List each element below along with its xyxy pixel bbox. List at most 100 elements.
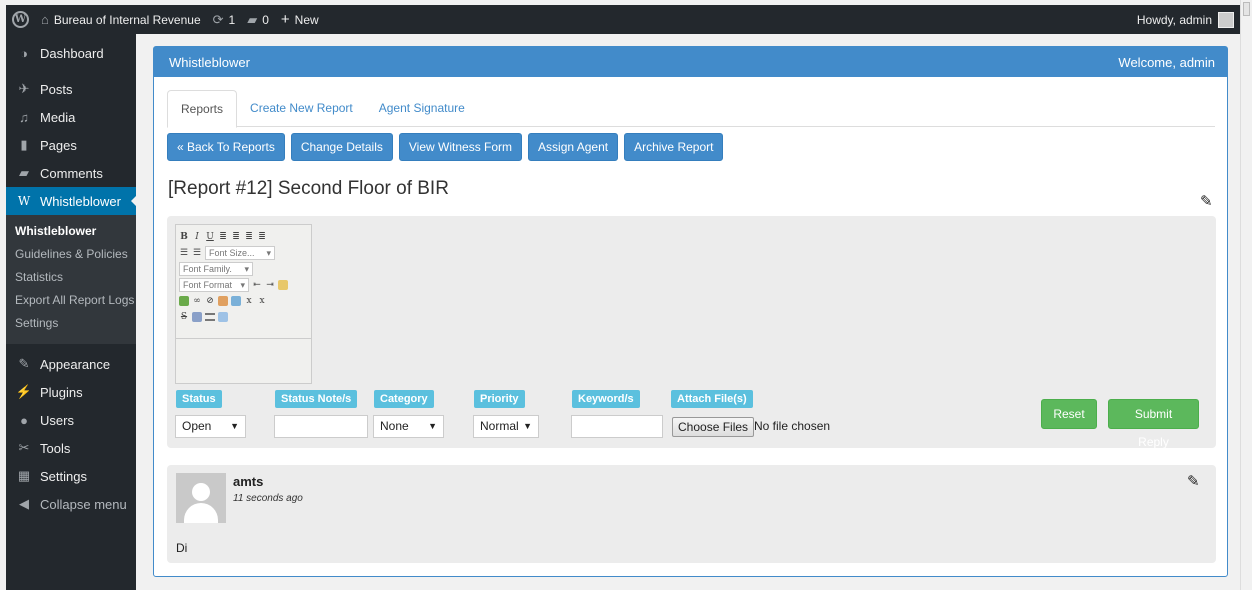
scroll-up-arrow-icon[interactable]: [1243, 2, 1250, 16]
font-family-select[interactable]: Font Family. ▾: [179, 262, 253, 276]
numbered-list-icon[interactable]: ☰: [192, 248, 202, 258]
table-icon[interactable]: [218, 312, 228, 322]
submenu-guidelines[interactable]: Guidelines & Policies: [6, 244, 136, 267]
priority-select[interactable]: Normal ▼: [473, 415, 539, 438]
editor-text-area[interactable]: [176, 338, 311, 383]
whistleblower-panel: Whistleblower Welcome, admin Reports Cre…: [153, 46, 1228, 577]
tab-agent-signature[interactable]: Agent Signature: [366, 90, 478, 127]
font-format-select[interactable]: Font Format ▾: [179, 278, 249, 292]
page-scrollbar[interactable]: [1240, 0, 1252, 590]
media-icon: ♫: [19, 109, 29, 125]
subscript-icon[interactable]: x: [244, 296, 254, 306]
new-content-menu[interactable]: + New: [275, 5, 325, 34]
font-size-label: Font Size...: [209, 248, 255, 258]
status-note-input[interactable]: [274, 415, 368, 438]
menu-tools[interactable]: ✂ Tools: [6, 434, 136, 462]
menu-whistleblower[interactable]: W Whistleblower: [6, 187, 137, 215]
settings-icon: ▦: [17, 468, 31, 483]
edit-report-pencil-icon[interactable]: ✎: [1200, 194, 1214, 209]
indent-icon[interactable]: ⇥: [265, 280, 275, 290]
tab-reports[interactable]: Reports: [167, 90, 238, 128]
menu-label: Posts: [40, 81, 73, 97]
collapse-icon: ◀: [19, 496, 29, 511]
menu-label: Dashboard: [40, 45, 104, 61]
outdent-icon[interactable]: ⇤: [252, 280, 262, 290]
keywords-input[interactable]: [571, 415, 663, 438]
image-icon[interactable]: [231, 296, 241, 306]
comments-count: 0: [262, 12, 269, 27]
menu-label: Tools: [40, 440, 71, 456]
wp-logo-menu[interactable]: W: [6, 5, 35, 34]
collapse-menu[interactable]: ◀ Collapse menu: [6, 490, 136, 518]
strikethrough-icon[interactable]: S: [179, 312, 189, 322]
align-left-icon[interactable]: ≣: [218, 232, 228, 242]
align-center-icon[interactable]: ≣: [231, 232, 241, 242]
menu-posts[interactable]: ✈ Posts: [6, 75, 136, 103]
bold-icon[interactable]: B: [179, 232, 189, 242]
choose-files-button[interactable]: Choose Files: [672, 417, 755, 437]
cleanup-icon[interactable]: [278, 280, 288, 290]
superscript-icon[interactable]: x: [257, 296, 267, 306]
panel-title: Whistleblower: [169, 54, 250, 70]
link-icon[interactable]: ∞: [192, 296, 202, 306]
comment-author: amts: [233, 474, 264, 489]
wrench-icon: ✂: [18, 440, 30, 455]
status-note-label: Status Note/s: [275, 390, 358, 408]
menu-pages[interactable]: ▮ Pages: [6, 131, 136, 159]
tab-create-new-report[interactable]: Create New Report: [237, 90, 366, 127]
menu-dashboard[interactable]: ◑ Dashboard: [6, 39, 136, 67]
menu-comments[interactable]: ▰ Comments: [6, 159, 136, 187]
whistleblower-submenu: Whistleblower Guidelines & Policies Stat…: [6, 215, 136, 344]
site-name-menu[interactable]: ⌂ Bureau of Internal Revenue: [35, 5, 207, 34]
menu-appearance[interactable]: ✎ Appearance: [6, 350, 136, 378]
howdy-text: Howdy, admin: [1136, 12, 1212, 27]
submenu-whistleblower[interactable]: Whistleblower: [6, 221, 136, 244]
bullet-list-icon[interactable]: ☰: [179, 248, 189, 258]
view-witness-form-button[interactable]: View Witness Form: [398, 133, 523, 161]
reset-button[interactable]: Reset: [1041, 399, 1097, 429]
font-size-select[interactable]: Font Size... ▾: [205, 246, 275, 260]
underline-icon[interactable]: U: [205, 232, 215, 242]
archive-report-button[interactable]: Archive Report: [624, 133, 724, 161]
italic-icon[interactable]: I: [192, 232, 202, 242]
menu-label: Collapse menu: [40, 496, 127, 512]
plus-icon: +: [280, 11, 290, 28]
status-select[interactable]: Open ▼: [175, 415, 246, 438]
updates-icon: ⟳: [212, 11, 224, 27]
users-icon: ●: [20, 412, 28, 428]
admin-bar: W ⌂ Bureau of Internal Revenue ⟳ 1 ▰ 0 +…: [6, 5, 1240, 34]
submit-reply-button[interactable]: Submit Reply: [1108, 399, 1199, 449]
back-to-reports-button[interactable]: « Back To Reports: [167, 133, 285, 161]
updates-count: 1: [228, 12, 236, 27]
anchor-icon[interactable]: [218, 296, 228, 306]
report-tabs: Reports Create New Report Agent Signatur…: [167, 90, 1215, 128]
updates-menu[interactable]: ⟳ 1: [207, 5, 242, 34]
insert-image-icon[interactable]: [179, 296, 189, 306]
unlink-icon[interactable]: ⊘: [205, 296, 215, 306]
site-name: Bureau of Internal Revenue: [53, 12, 201, 27]
menu-media[interactable]: ♫ Media: [6, 103, 136, 131]
source-code-icon[interactable]: [192, 312, 202, 322]
menu-plugins[interactable]: ⚡ Plugins: [6, 378, 136, 406]
align-right-icon[interactable]: ≣: [244, 232, 254, 242]
report-title: [Report #12] Second Floor of BIR: [168, 178, 449, 199]
menu-settings[interactable]: ▦ Settings: [6, 462, 136, 490]
pin-icon: ✈: [18, 81, 30, 96]
comments-menu[interactable]: ▰ 0: [241, 5, 275, 34]
comment-body: Di: [176, 541, 188, 555]
assign-agent-button[interactable]: Assign Agent: [528, 133, 619, 161]
align-justify-icon[interactable]: ≣: [257, 232, 267, 242]
submenu-settings[interactable]: Settings: [6, 313, 136, 336]
file-status-text: No file chosen: [754, 419, 831, 433]
submenu-export-logs[interactable]: Export All Report Logs: [6, 290, 136, 313]
horizontal-rule-icon[interactable]: [205, 313, 215, 321]
submenu-statistics[interactable]: Statistics: [6, 267, 136, 290]
menu-users[interactable]: ● Users: [6, 406, 136, 434]
report-action-buttons: « Back To Reports Change Details View Wi…: [167, 133, 724, 161]
font-format-label: Font Format: [183, 280, 233, 290]
user-avatar-icon: [1218, 11, 1234, 28]
edit-comment-pencil-icon[interactable]: ✎: [1187, 474, 1201, 489]
my-account-menu[interactable]: Howdy, admin: [1131, 5, 1240, 34]
category-select[interactable]: None ▼: [373, 415, 444, 438]
change-details-button[interactable]: Change Details: [290, 133, 393, 161]
